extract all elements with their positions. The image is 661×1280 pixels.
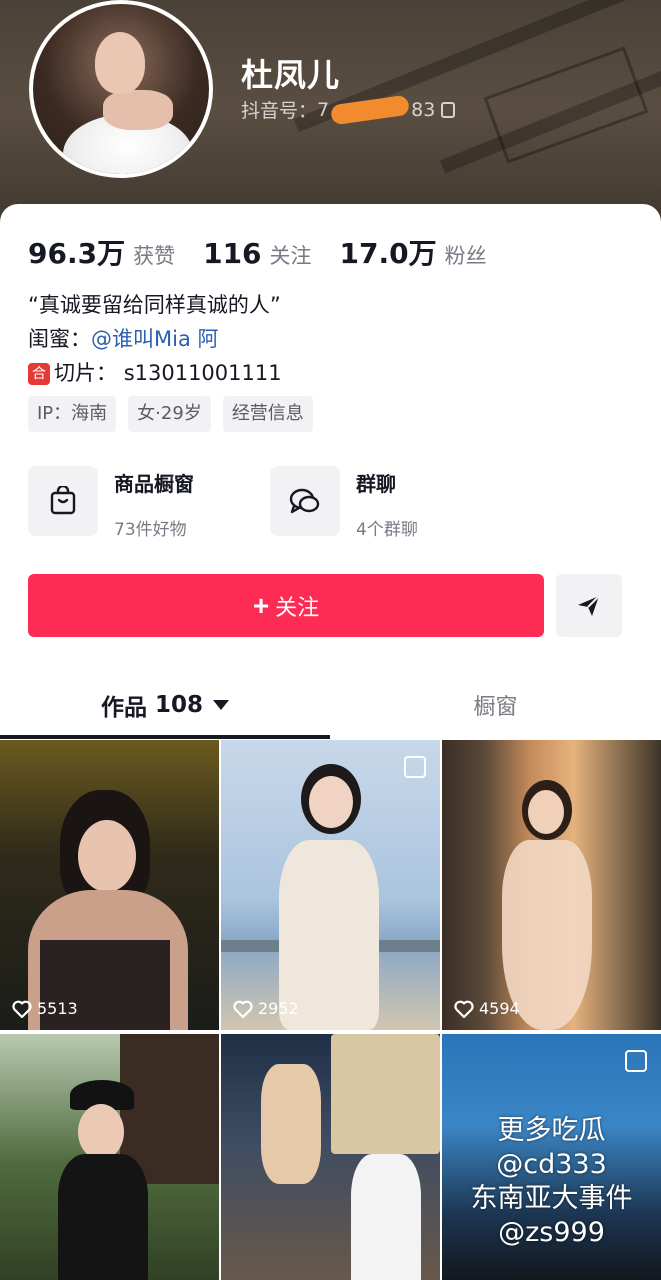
thumbnail-graphic	[261, 1064, 321, 1184]
shopping-bag-icon	[28, 466, 98, 536]
header-decoration	[483, 46, 649, 164]
tag-gender-age: 女·29岁	[128, 396, 211, 432]
profile-card: 96.3万 获赞 116 关注 17.0万 粉丝 “真诚要留给同样真诚的人” 闺…	[0, 204, 661, 1280]
thumbnail-graphic	[351, 1154, 421, 1280]
like-count-value: 4594	[479, 999, 520, 1018]
video-thumbnail[interactable]	[0, 1034, 219, 1280]
like-count: 2952	[233, 999, 299, 1018]
tag-ip: IP：海南	[28, 396, 117, 432]
bio-bestie-line: 闺蜜：@谁叫Mia 阿	[28, 322, 282, 356]
feature-subtitle: 4个群聊	[356, 520, 418, 540]
like-count: 4594	[454, 999, 520, 1018]
like-count-value: 5513	[37, 999, 78, 1018]
feature-title: 群聊	[356, 472, 396, 496]
follow-label: 关注	[275, 594, 320, 620]
bio-clip-line: 合切片： s13011001111	[28, 356, 282, 390]
tab-shop-window[interactable]: 橱窗	[330, 672, 661, 738]
feature-group-chat[interactable]: 群聊 4个群聊	[270, 466, 512, 540]
redaction-mark	[330, 94, 411, 125]
video-thumbnail[interactable]: 5513	[0, 740, 219, 1030]
feature-shop-window[interactable]: 商品橱窗 73件好物	[28, 466, 270, 540]
video-thumbnail[interactable]: 更多吃瓜 @cd333 东南亚大事件 @zs999	[442, 1034, 661, 1280]
stat-label: 粉丝	[444, 244, 487, 268]
feature-title: 商品橱窗	[114, 472, 194, 496]
bio: “真诚要留给同样真诚的人” 闺蜜：@谁叫Mia 阿 合切片： s13011001…	[28, 288, 282, 390]
heart-icon	[454, 1000, 474, 1018]
thumbnail-graphic	[78, 820, 136, 892]
multi-image-icon	[404, 756, 426, 778]
stat-likes: 96.3万 获赞	[28, 232, 175, 272]
multi-image-icon	[625, 1050, 647, 1072]
tab-works-label: 作品	[100, 695, 147, 721]
content-tabs: 作品 108 橱窗	[0, 672, 661, 740]
active-tab-indicator	[0, 735, 330, 739]
bestie-label: 闺蜜：	[28, 327, 91, 351]
feature-row: 商品橱窗 73件好物 群聊 4个群聊	[28, 466, 512, 540]
send-message-button[interactable]	[556, 574, 622, 637]
thumbnail-graphic	[331, 1034, 440, 1154]
overlay-watermark-text: 更多吃瓜 @cd333 东南亚大事件 @zs999	[442, 1114, 661, 1250]
collab-badge-icon: 合	[28, 363, 50, 385]
thumbnail-graphic	[58, 1154, 148, 1280]
tab-works-count: 108	[154, 692, 203, 718]
douyin-id: 抖音号： 7 83	[241, 94, 456, 125]
tab-works[interactable]: 作品 108	[0, 672, 330, 738]
feature-subtitle: 73件好物	[114, 520, 187, 540]
stat-label: 关注	[269, 244, 312, 268]
heart-icon	[12, 1000, 32, 1018]
stat-followers[interactable]: 17.0万 粉丝	[340, 232, 487, 272]
heart-icon	[233, 1000, 253, 1018]
profile-name: 杜凤儿	[241, 56, 341, 94]
overlay-line: @cd333	[496, 1149, 607, 1180]
overlay-line: @zs999	[498, 1217, 605, 1248]
stat-value: 96.3万	[28, 237, 126, 270]
stat-label: 获赞	[133, 244, 176, 268]
caret-down-icon[interactable]	[213, 700, 229, 710]
video-thumbnail[interactable]: 2952	[221, 740, 440, 1030]
stat-value: 116	[203, 237, 262, 270]
thumbnail-graphic	[78, 1104, 124, 1160]
like-count-value: 2952	[258, 999, 299, 1018]
avatar-graphic	[103, 90, 173, 130]
douyin-id-prefix: 7	[317, 98, 330, 121]
chat-bubbles-icon	[270, 466, 340, 536]
copy-icon[interactable]	[441, 101, 456, 118]
stats-row: 96.3万 获赞 116 关注 17.0万 粉丝	[28, 232, 515, 272]
like-count: 5513	[12, 999, 78, 1018]
clip-label: 切片：	[54, 361, 117, 385]
douyin-id-suffix: 83	[411, 98, 436, 121]
avatar[interactable]	[29, 0, 213, 178]
video-thumbnail[interactable]: 4594	[442, 740, 661, 1030]
thumbnail-graphic	[528, 790, 564, 834]
send-icon	[578, 594, 600, 616]
thumbnail-graphic	[309, 776, 353, 828]
profile-tags: IP：海南 女·29岁 经营信息	[28, 396, 325, 432]
overlay-line: 东南亚大事件	[470, 1183, 633, 1214]
tag-business-info[interactable]: 经营信息	[222, 396, 313, 432]
clip-value: s13011001111	[123, 361, 282, 385]
avatar-graphic	[95, 32, 145, 94]
bio-quote: “真诚要留给同样真诚的人”	[28, 293, 281, 317]
follow-button[interactable]: + 关注	[28, 574, 544, 637]
stat-value: 17.0万	[339, 237, 437, 270]
overlay-line: 更多吃瓜	[497, 1115, 606, 1146]
plus-icon: +	[252, 589, 270, 621]
video-thumbnail[interactable]	[221, 1034, 440, 1280]
douyin-id-label: 抖音号：	[241, 100, 318, 122]
stat-following[interactable]: 116 关注	[203, 237, 311, 270]
bestie-mention-link[interactable]: @谁叫Mia 阿	[91, 327, 219, 351]
